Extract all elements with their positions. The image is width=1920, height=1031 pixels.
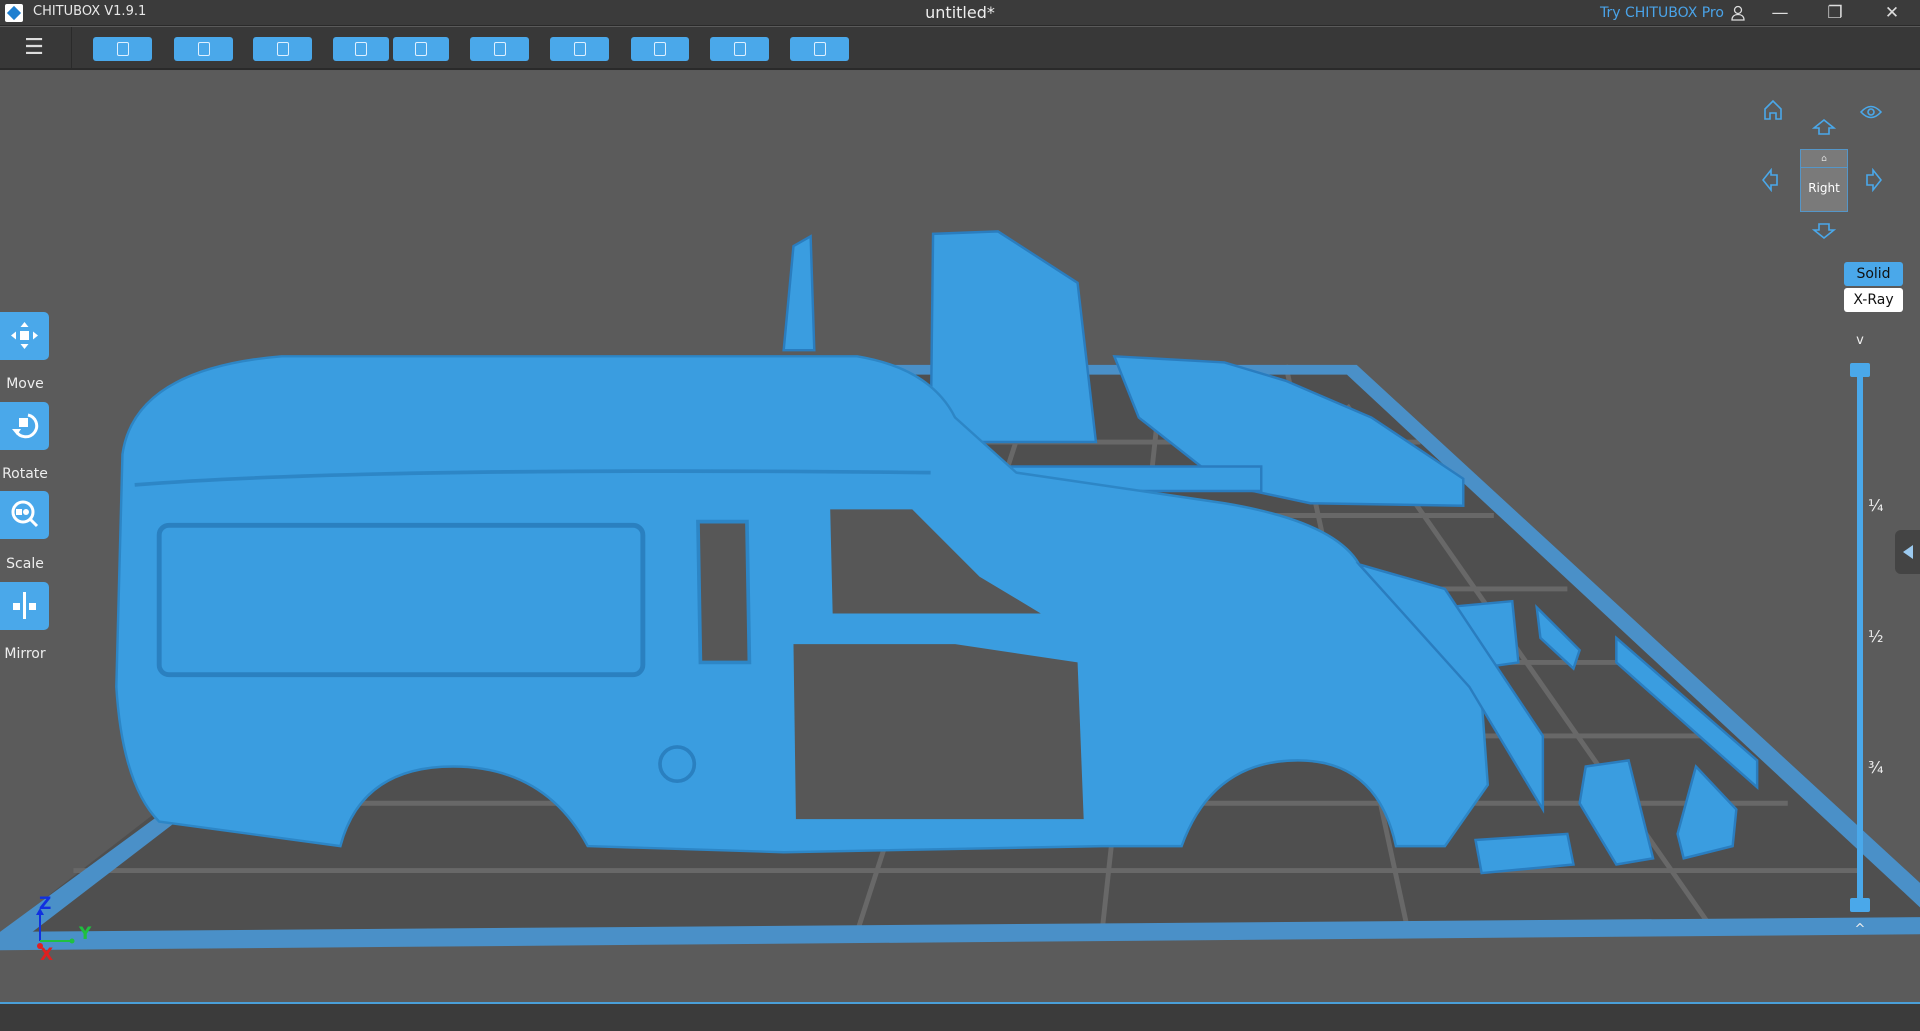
collapse-panel-tab[interactable] (1895, 530, 1920, 574)
move-label: Move (6, 376, 44, 392)
settings-doc-icon (493, 42, 506, 56)
minimize-button[interactable]: — (1758, 0, 1802, 26)
menu-button[interactable]: ☰ (20, 36, 48, 60)
folder-icon (116, 42, 129, 56)
close-button[interactable]: ✕ (1870, 0, 1914, 26)
open-file-button[interactable] (93, 37, 152, 61)
view-cube[interactable]: ⌂ Right (1800, 149, 1848, 212)
3d-viewport[interactable]: Move Rotate Scale Mirror ⌂ Right Solid X… (0, 71, 1920, 1002)
move-tool-button[interactable] (0, 312, 49, 360)
support-button[interactable] (631, 37, 689, 61)
door-opening (793, 644, 1084, 820)
axis-y-label: Y (79, 924, 92, 944)
undo-button[interactable] (333, 37, 389, 61)
try-pro-link[interactable]: Try CHITUBOX Pro (1600, 5, 1724, 21)
title-bar: CHITUBOX V1.9.1 untitled* Try CHITUBOX P… (0, 0, 1920, 26)
mirror-icon (13, 592, 36, 619)
undo-icon (355, 42, 367, 56)
redo-icon (415, 42, 427, 56)
layer-slider-bottom-handle[interactable] (1850, 898, 1870, 912)
toolbar-divider (71, 27, 72, 70)
hollow-button[interactable] (550, 37, 609, 61)
slider-tick-three-quarter: ¾ (1868, 758, 1884, 777)
axis-z-label: Z (39, 894, 52, 914)
user-icon (1731, 5, 1745, 21)
view-left-arrow-icon[interactable] (1762, 168, 1778, 192)
layer-slider-track[interactable] (1857, 370, 1863, 905)
view-bottom-arrow-icon[interactable] (1812, 223, 1836, 239)
save-icon (197, 42, 210, 56)
save-button[interactable] (174, 37, 233, 61)
slider-chevron-up-icon[interactable]: ^ (1850, 922, 1870, 937)
layout-icon (276, 42, 289, 56)
scale-tool-button[interactable] (0, 491, 49, 539)
visibility-eye-icon[interactable] (1860, 104, 1882, 120)
mirror-label: Mirror (4, 646, 46, 662)
slider-tick-half: ½ (1868, 627, 1884, 646)
slider-tick-quarter: ¼ (1868, 496, 1884, 515)
user-account-button[interactable] (1716, 0, 1760, 26)
redo-button[interactable] (393, 37, 449, 61)
xray-mode-button[interactable]: X-Ray (1844, 288, 1903, 312)
mirror-tool-button[interactable] (0, 582, 49, 630)
view-right-arrow-icon[interactable] (1866, 168, 1882, 192)
status-bar (0, 1002, 1920, 1031)
slider-chevron-down-icon[interactable]: v (1850, 333, 1870, 348)
view-cube-top[interactable]: ⌂ (1801, 150, 1847, 168)
scale-label: Scale (6, 556, 44, 572)
lock-box-icon (813, 42, 826, 56)
solid-mode-button[interactable]: Solid (1844, 262, 1903, 286)
toolbar: ☰ (0, 27, 1920, 70)
support-icon (654, 42, 666, 56)
view-cube-face-label: Right (1808, 181, 1840, 195)
rotate-label: Rotate (2, 466, 48, 482)
move-icon (11, 322, 38, 349)
auto-layout-button[interactable] (253, 37, 312, 61)
axis-x-label: X (40, 945, 54, 965)
dig-hole-button[interactable] (710, 37, 769, 61)
slice-settings-button[interactable] (470, 37, 529, 61)
batch-button[interactable] (790, 37, 849, 61)
view-top-arrow-icon[interactable] (1812, 119, 1836, 135)
scene-canvas[interactable] (0, 71, 1920, 1002)
scale-icon (11, 500, 39, 528)
layer-slider-top-handle[interactable] (1850, 363, 1870, 377)
home-view-icon[interactable] (1762, 99, 1784, 121)
cubes-icon (573, 42, 586, 56)
rotate-tool-button[interactable] (0, 402, 49, 450)
restore-button[interactable]: ❐ (1813, 0, 1857, 26)
rotate-icon (12, 413, 39, 439)
hole-icon (733, 42, 746, 56)
